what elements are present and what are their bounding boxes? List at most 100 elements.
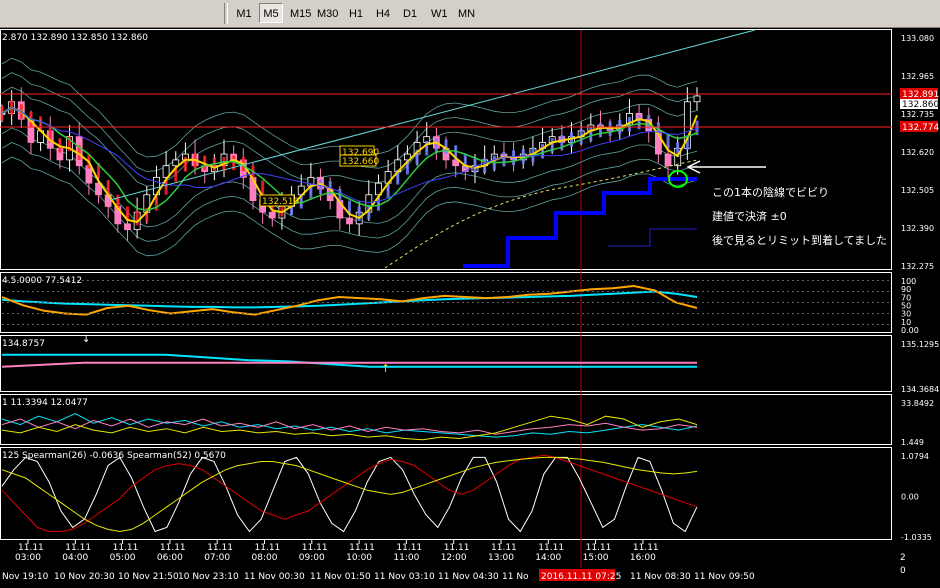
- time-axis-date: 11.11: [349, 543, 375, 553]
- time-axis-time: 08:00: [252, 553, 278, 563]
- timeframe-m1-button[interactable]: M1: [232, 3, 256, 23]
- time-axis-time: 06:00: [157, 553, 183, 563]
- time-axis-label: 11 Nov 09:50: [694, 572, 755, 582]
- time-axis-time: 12:00: [441, 553, 467, 563]
- time-axis-label: 11 Nov 01:50: [310, 572, 371, 582]
- price-label-132660: 132.660: [339, 154, 379, 167]
- time-axis-date: 11.11: [113, 543, 139, 553]
- y-tick-label: 0.00: [901, 493, 919, 502]
- time-axis-time: 04:00: [62, 553, 88, 563]
- ma-series-0: [2, 353, 697, 368]
- time-axis-date: 11.11: [538, 543, 564, 553]
- time-axis-date: 11.11: [65, 543, 91, 553]
- y-tick-label: 33.8492: [901, 399, 934, 408]
- trailing-stop-line: [463, 177, 697, 268]
- cursor-date-label: 2016.11.11 07:25: [539, 569, 621, 582]
- chart-canvas[interactable]: 133.080 132.965 132.735 132.620 132.505 132.3…: [0, 28, 940, 588]
- spearman-panel-border: [0, 447, 892, 540]
- time-axis-time: 07:00: [204, 553, 230, 563]
- time-axis-time: 13:00: [488, 553, 514, 563]
- time-axis-time: 09:00: [299, 553, 325, 563]
- timeframe-toolbar: M1 M5 M15 M30 H1 H4 D1 W1 MN: [0, 0, 940, 28]
- time-axis-time: 16:00: [630, 553, 656, 563]
- candle-body: [346, 217, 353, 225]
- candle-body: [124, 223, 131, 231]
- time-axis-date: 11.11: [302, 543, 328, 553]
- up-arrow-icon: ↑: [381, 362, 390, 375]
- price-tag-text: 132.891: [902, 90, 939, 100]
- ma-panel-header: 134.8757: [2, 339, 45, 349]
- time-axis: 11.1103:0011.1104:0011.1105:0011.1106:00…: [2, 540, 755, 582]
- time-axis-time: 14:00: [535, 553, 561, 563]
- price-label-text: 132.660: [342, 157, 379, 167]
- adx-panel-header: 1 11.3394 12.0477: [2, 398, 88, 408]
- time-axis-date: 11.11: [633, 543, 659, 553]
- timeframe-mn-button[interactable]: MN: [454, 3, 479, 23]
- time-axis-label: 11 Nov 04:30: [438, 572, 499, 582]
- price-label-132510: 132.510: [259, 194, 299, 207]
- y-tick-label: -1.0335: [901, 533, 932, 542]
- timeframe-m30-button[interactable]: M30: [313, 3, 342, 23]
- corner-label-top: 2: [900, 553, 906, 563]
- timeframe-d1-button[interactable]: D1: [398, 3, 422, 23]
- corner-label-bottom: 0: [900, 566, 906, 576]
- y-tick-label: 1.0794: [901, 452, 929, 461]
- trailing-stop-thin: [608, 228, 697, 247]
- time-axis-time: 03:00: [15, 553, 41, 563]
- y-tick-label: 132.965: [901, 72, 934, 81]
- spearman-series-0: [1, 456, 698, 533]
- time-axis-label: 11 Nov 00:30: [244, 572, 305, 582]
- cursor-date-text: 2016.11.11 07:25: [541, 572, 621, 582]
- trend-line[interactable]: [109, 29, 756, 201]
- rsi-series-1: [1, 284, 698, 316]
- spearman-panel-header: 125 Spearman(26) -0.0636 Spearman(52) 0.…: [2, 451, 226, 461]
- down-arrow-icon: ↓: [82, 334, 90, 345]
- indicator-series: [1, 280, 890, 533]
- toolbar-separator: [224, 3, 228, 24]
- candle-body: [693, 95, 701, 103]
- arrow-icon: [686, 160, 766, 174]
- time-axis-label: 10 Nov 23:10: [178, 572, 239, 582]
- y-tick-label: 1.449: [901, 438, 924, 447]
- y-tick-label: 132.620: [901, 148, 934, 157]
- time-axis-time: 15:00: [583, 553, 609, 563]
- timeframe-w1-button[interactable]: W1: [427, 3, 452, 23]
- time-axis-label: 11 Nov 08:30: [630, 572, 691, 582]
- annotation-line-2: 建値で決済 ±0: [712, 210, 787, 223]
- time-axis-time: 05:00: [110, 553, 136, 563]
- y-tick-label: 132.505: [901, 186, 934, 195]
- annotation-line-3: 後で見るとリミット到着してました: [712, 234, 888, 247]
- time-axis-label: 10 Nov 20:30: [54, 572, 115, 582]
- timeframe-m15-button[interactable]: M15: [286, 3, 315, 23]
- price-tag-text: 132.774: [902, 123, 939, 133]
- price-tag-red: 132.774: [900, 121, 939, 133]
- timeframe-h4-button[interactable]: H4: [371, 3, 395, 23]
- y-tick-label: 0.00: [901, 326, 919, 335]
- time-axis-date: 11.11: [255, 543, 281, 553]
- timeframe-m5-button[interactable]: M5: [259, 3, 283, 23]
- time-axis-date: 11.11: [444, 543, 470, 553]
- price-panel-header: 2.870 132.890 132.850 132.860: [2, 33, 148, 43]
- y-tick-label: 132.390: [901, 224, 934, 233]
- time-axis-label: 10 Nov 21:50: [118, 572, 179, 582]
- rsi-panel-header: 4.5.0000 77.5412: [2, 276, 82, 286]
- time-axis-date: 11.11: [396, 543, 422, 553]
- y-axis-labels: 133.080 132.965 132.735 132.620 132.505 132.3…: [901, 34, 939, 542]
- price-tag-bid: 132.891: [900, 88, 939, 100]
- dashed-moving-average: [384, 159, 698, 269]
- time-axis-date: 11.11: [18, 543, 44, 553]
- time-axis-date: 11.11: [491, 543, 517, 553]
- price-label-text: 132.510: [262, 197, 299, 207]
- rsi-series-0: [1, 290, 698, 309]
- y-tick-label: 132.275: [901, 262, 934, 271]
- candle-body: [268, 211, 276, 219]
- timeframe-h1-button[interactable]: H1: [344, 3, 368, 23]
- annotation-line-1: この1本の陰線でビビり: [712, 186, 829, 199]
- y-tick-label: 133.080: [901, 34, 934, 43]
- time-axis-date: 11.11: [586, 543, 612, 553]
- time-axis-label: 11 No: [502, 572, 529, 582]
- candle-body: [664, 153, 672, 167]
- y-tick-label: 132.735: [901, 110, 934, 119]
- time-axis-date: 11.11: [207, 543, 233, 553]
- time-axis-time: 11:00: [393, 553, 419, 563]
